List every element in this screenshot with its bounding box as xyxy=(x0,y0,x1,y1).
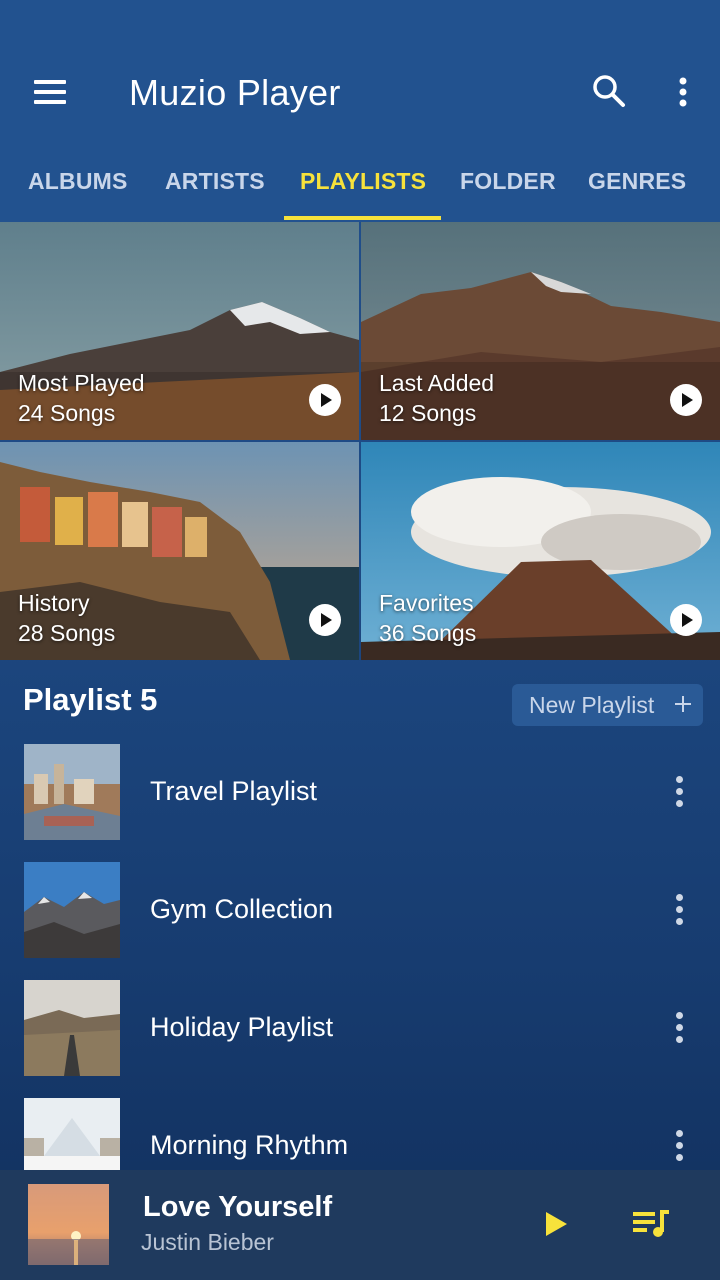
playlist-tile-most-played[interactable]: Most Played 24 Songs xyxy=(0,222,359,440)
play-icon[interactable] xyxy=(309,384,341,416)
now-playing-bar[interactable]: Love Yourself Justin Bieber xyxy=(0,1170,720,1280)
list-item[interactable]: Holiday Playlist xyxy=(0,980,720,1076)
play-icon[interactable] xyxy=(670,604,702,636)
playlist-name: Travel Playlist xyxy=(150,776,318,806)
list-item[interactable]: Gym Collection xyxy=(0,862,720,958)
playlist-thumbnail xyxy=(24,980,120,1076)
play-icon[interactable] xyxy=(309,604,341,636)
plus-icon xyxy=(675,696,691,712)
list-item[interactable]: Morning Rhythm xyxy=(0,1098,720,1170)
more-vert-icon[interactable] xyxy=(670,894,690,926)
tab-artists[interactable]: ARTISTS xyxy=(165,168,265,195)
list-item[interactable]: Travel Playlist xyxy=(0,744,720,840)
play-icon[interactable] xyxy=(540,1208,572,1240)
menu-icon[interactable] xyxy=(34,80,66,104)
playlist-name: Gym Collection xyxy=(150,894,334,924)
more-vert-icon[interactable] xyxy=(670,776,690,808)
playlist-thumbnail xyxy=(24,1098,120,1170)
smart-playlist-grid: Most Played 24 Songs Last Added 12 Songs xyxy=(0,222,720,660)
tile-name: Favorites xyxy=(379,590,474,616)
tile-song-count: 12 Songs xyxy=(379,400,477,426)
new-playlist-button[interactable]: New Playlist xyxy=(512,684,703,726)
tab-genres[interactable]: GENRES xyxy=(588,168,686,195)
playlist-thumbnail xyxy=(24,862,120,958)
playlist-list: Travel Playlist Gym Collection Holiday P… xyxy=(0,744,720,1170)
playlist-tile-last-added[interactable]: Last Added 12 Songs xyxy=(361,222,720,440)
playlist-tile-favorites[interactable]: Favorites 36 Songs xyxy=(361,442,720,660)
app-title: Muzio Player xyxy=(129,72,341,113)
track-artist: Justin Bieber xyxy=(141,1229,274,1255)
tile-name: History xyxy=(18,590,90,616)
tab-bar: ALBUMS ARTISTS PLAYLISTS FOLDER GENRES xyxy=(0,140,720,222)
play-icon[interactable] xyxy=(670,384,702,416)
playlist-name: Morning Rhythm xyxy=(150,1130,349,1160)
new-playlist-label: New Playlist xyxy=(529,692,655,718)
more-vert-icon[interactable] xyxy=(670,1130,690,1162)
tab-folder[interactable]: FOLDER xyxy=(460,168,556,195)
more-vert-icon[interactable] xyxy=(664,72,702,112)
tab-playlists[interactable]: PLAYLISTS xyxy=(300,168,426,195)
queue-music-icon[interactable] xyxy=(632,1208,672,1240)
album-art xyxy=(28,1184,109,1265)
playlist-thumbnail xyxy=(24,744,120,840)
tile-name: Last Added xyxy=(379,370,495,396)
active-tab-indicator xyxy=(284,216,441,220)
tile-song-count: 36 Songs xyxy=(379,620,477,646)
section-title: Playlist 5 xyxy=(23,682,158,717)
search-icon[interactable] xyxy=(590,72,628,110)
tile-song-count: 24 Songs xyxy=(18,400,116,426)
more-vert-icon[interactable] xyxy=(670,1012,690,1044)
track-title: Love Yourself xyxy=(143,1191,333,1223)
playlist-name: Holiday Playlist xyxy=(150,1012,334,1042)
tile-name: Most Played xyxy=(18,370,145,396)
tile-song-count: 28 Songs xyxy=(18,620,116,646)
playlist-tile-history[interactable]: History 28 Songs xyxy=(0,442,359,660)
tab-albums[interactable]: ALBUMS xyxy=(28,168,128,195)
app-bar: Muzio Player xyxy=(0,0,720,140)
